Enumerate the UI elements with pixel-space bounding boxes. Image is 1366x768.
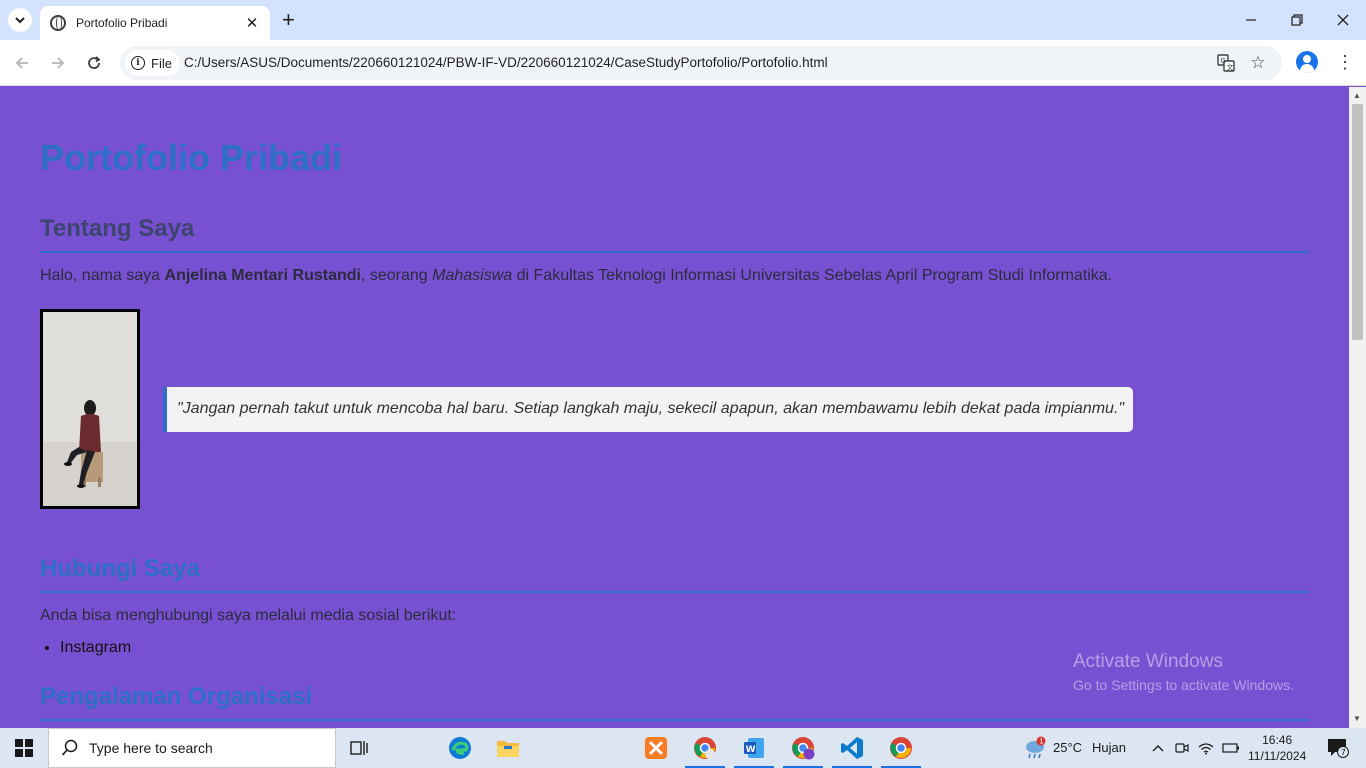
tab-search-button[interactable] — [8, 8, 32, 32]
clock-date: 11/11/2024 — [1248, 749, 1307, 763]
watermark-subtitle: Go to Settings to activate Windows. — [1073, 677, 1294, 693]
about-row: "Jangan pernah takut untuk mencoba hal b… — [40, 309, 1309, 509]
reload-icon — [88, 56, 101, 69]
close-tab-icon[interactable]: ✕ — [244, 14, 260, 32]
address-bar[interactable]: i File C:/Users/ASUS/Documents/220660121… — [120, 46, 1282, 80]
taskbar-chrome-profile-2[interactable] — [783, 728, 823, 768]
back-button[interactable] — [10, 51, 34, 75]
weather-widget[interactable]: 1 — [1020, 728, 1050, 768]
minimize-button[interactable] — [1228, 0, 1274, 40]
notification-icon: 7 — [1328, 739, 1349, 758]
page-content: Portofolio Pribadi Tentang Saya Halo, na… — [0, 87, 1349, 728]
chrome-profile-icon — [792, 737, 815, 760]
svg-text:W: W — [746, 745, 756, 755]
back-arrow-icon — [15, 57, 28, 69]
rain-cloud-icon: 1 — [1026, 736, 1046, 759]
notification-center-button[interactable]: 7 — [1320, 728, 1356, 768]
chrome-icon — [694, 737, 716, 759]
xampp-icon — [645, 737, 667, 759]
new-tab-button[interactable]: + — [282, 8, 295, 32]
profile-avatar[interactable] — [1296, 51, 1318, 73]
task-view-icon — [350, 741, 368, 755]
chevron-down-icon — [15, 17, 25, 24]
network-icon[interactable] — [1196, 728, 1216, 768]
weather-badge: 1 — [1039, 738, 1043, 746]
contact-paragraph: Anda bisa menghubungi saya melalui media… — [40, 607, 457, 624]
restore-icon — [1291, 14, 1303, 26]
about-text-1: Halo, nama saya — [40, 267, 165, 284]
windows-logo-icon — [15, 739, 33, 757]
activate-windows-watermark: Activate Windows Go to Settings to activ… — [1073, 651, 1294, 693]
weather-desc: Hujan — [1092, 740, 1126, 755]
person-figure-icon — [43, 312, 137, 506]
scroll-down-icon[interactable]: ▼ — [1353, 714, 1361, 723]
taskbar-clock[interactable]: 16:46 11/11/2024 — [1248, 732, 1306, 764]
contact-heading: Hubungi Saya — [40, 555, 1309, 593]
tray-expand-button[interactable] — [1148, 728, 1168, 768]
site-info-label: File — [151, 55, 172, 71]
about-paragraph: Halo, nama saya Anjelina Mentari Rustand… — [40, 267, 1309, 285]
svg-text:G: G — [1221, 57, 1226, 65]
meet-icon[interactable] — [1172, 728, 1192, 768]
chevron-up-icon — [1152, 745, 1164, 752]
taskbar-chrome-profile-1[interactable] — [685, 728, 725, 768]
restore-button[interactable] — [1274, 0, 1320, 40]
page-scrollbar[interactable]: ▲ ▼ — [1349, 87, 1366, 728]
about-name: Anjelina Mentari Rustandi — [164, 267, 361, 284]
vscode-icon — [841, 737, 863, 759]
tab-strip: Portofolio Pribadi ✕ + — [0, 0, 1366, 40]
bookmark-star-icon[interactable]: ☆ — [1248, 53, 1268, 73]
taskbar-word[interactable]: W — [734, 728, 774, 768]
chrome-icon — [890, 737, 912, 759]
taskbar-chrome-active[interactable] — [881, 728, 921, 768]
taskbar-file-explorer[interactable] — [488, 728, 528, 768]
taskbar-vscode[interactable] — [832, 728, 872, 768]
profile-photo — [40, 309, 140, 509]
close-icon — [1337, 14, 1349, 26]
page-title: Portofolio Pribadi — [40, 137, 342, 178]
reload-button[interactable] — [82, 51, 106, 75]
search-placeholder: Type here to search — [89, 740, 213, 756]
about-text-3: di Fakultas Teknologi Informasi Universi… — [512, 267, 1113, 284]
url-text[interactable]: C:/Users/ASUS/Documents/220660121024/PBW… — [184, 55, 828, 70]
scroll-up-icon[interactable]: ▲ — [1353, 91, 1361, 100]
svg-text:文: 文 — [1227, 63, 1234, 72]
taskbar-edge[interactable] — [440, 728, 480, 768]
menu-dots-icon[interactable]: ⋮ — [1336, 51, 1354, 73]
close-window-button[interactable] — [1320, 0, 1366, 40]
translate-icon[interactable]: G文 — [1216, 53, 1236, 73]
forward-button[interactable] — [46, 51, 70, 75]
word-icon: W — [744, 738, 764, 758]
taskbar-xampp[interactable] — [636, 728, 676, 768]
tab-title: Portofolio Pribadi — [76, 16, 168, 30]
browser-toolbar: i File C:/Users/ASUS/Documents/220660121… — [0, 40, 1366, 86]
weather-temp: 25°C — [1053, 740, 1083, 755]
search-icon — [61, 739, 78, 756]
scroll-thumb[interactable] — [1352, 104, 1363, 340]
info-icon: i — [131, 56, 145, 70]
about-heading: Tentang Saya — [40, 215, 1309, 253]
minimize-icon — [1246, 19, 1256, 21]
start-button[interactable] — [0, 728, 48, 768]
motto-quote: "Jangan pernah takut untuk mencoba hal b… — [163, 386, 1133, 432]
clock-time: 16:46 — [1262, 733, 1293, 747]
taskbar: Type here to search W 1 25°C Hujan 16:46… — [0, 728, 1366, 768]
battery-icon[interactable] — [1220, 728, 1242, 768]
edge-icon — [449, 737, 471, 759]
watermark-title: Activate Windows — [1073, 651, 1223, 672]
site-info-chip[interactable]: i File — [125, 50, 180, 76]
about-role: Mahasiswa — [432, 267, 513, 284]
task-view-button[interactable] — [340, 728, 380, 768]
contact-section: Hubungi Saya Anda bisa menghubungi saya … — [40, 555, 1309, 657]
globe-icon — [50, 15, 66, 31]
folder-icon — [497, 741, 519, 757]
taskbar-search[interactable]: Type here to search — [48, 728, 336, 768]
notification-count: 7 — [1341, 748, 1346, 757]
forward-arrow-icon — [52, 57, 65, 69]
tab-portofolio[interactable]: Portofolio Pribadi ✕ — [40, 6, 270, 40]
about-text-2: , seorang — [360, 267, 433, 284]
